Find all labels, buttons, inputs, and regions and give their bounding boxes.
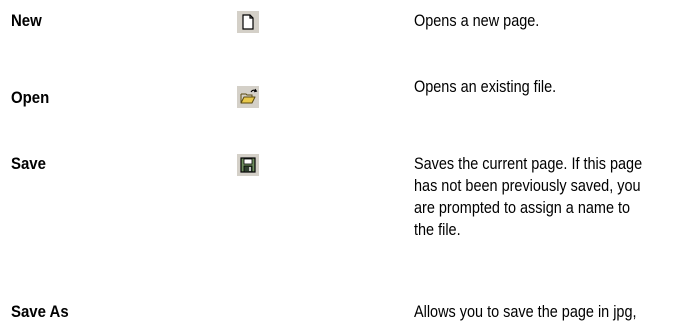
floppy-disk-icon: [237, 154, 259, 176]
description-line: are prompted to assign a name to: [414, 198, 631, 217]
description-line: Saves the current page. If this page: [414, 154, 643, 173]
term-save: Save: [11, 154, 46, 173]
description-save: Saves the current page. If this page has…: [414, 153, 669, 241]
description-line: Opens a new page.: [414, 11, 540, 30]
open-folder-icon: [237, 86, 259, 108]
new-page-icon: [237, 11, 259, 33]
description-save-as: Allows you to save the page in jpg,: [414, 301, 669, 323]
term-new: New: [11, 11, 42, 30]
description-new: Opens a new page.: [414, 10, 669, 32]
term-open: Open: [11, 88, 50, 107]
description-open: Opens an existing file.: [414, 76, 669, 98]
description-line: the file.: [414, 220, 461, 239]
description-line: has not been previously saved, you: [414, 176, 641, 195]
description-line: Opens an existing file.: [414, 77, 557, 96]
description-line: Allows you to save the page in jpg,: [414, 302, 637, 321]
term-save-as: Save As: [11, 302, 69, 321]
